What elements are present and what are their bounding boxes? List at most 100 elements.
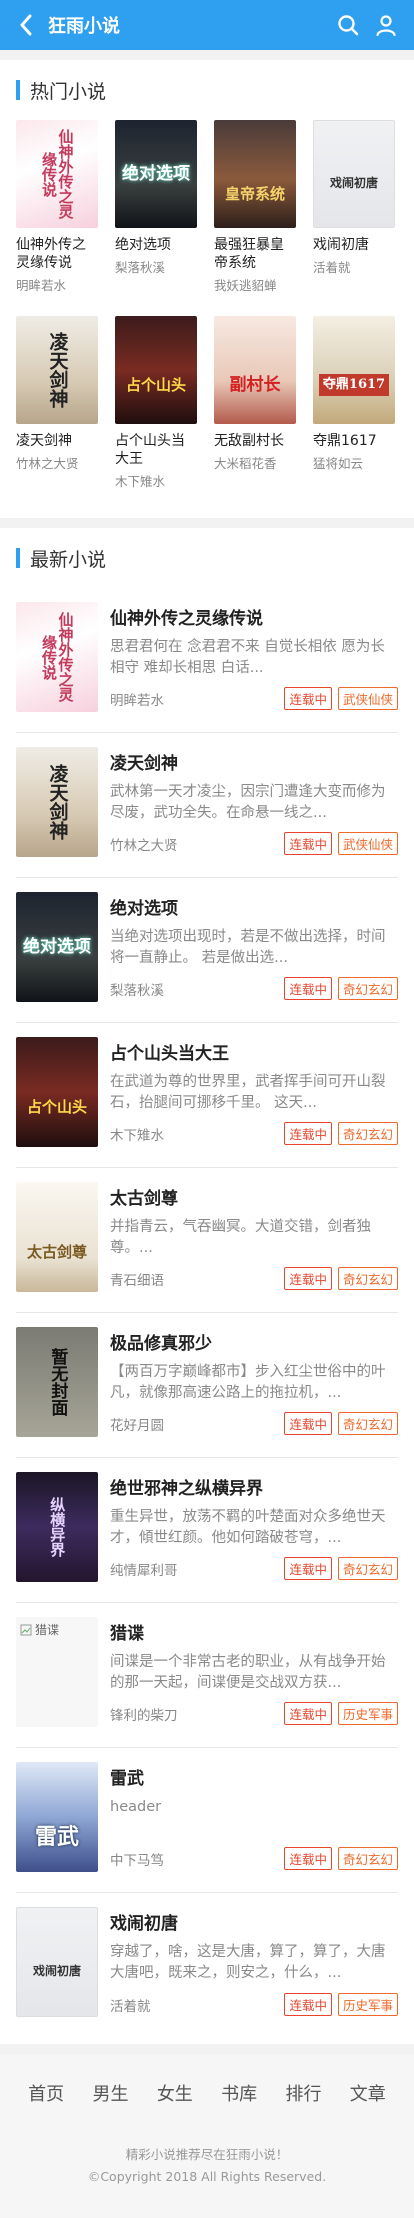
book-title[interactable]: 仙神外传之灵缘传说	[110, 604, 398, 629]
genre-badge[interactable]: 奇幻玄幻	[337, 1122, 398, 1145]
book-author: 木下雉水	[110, 1127, 164, 1144]
genre-badge[interactable]: 奇幻玄幻	[337, 1267, 398, 1290]
book-title[interactable]: 最强狂暴皇帝系统	[214, 236, 296, 272]
book-title[interactable]: 仙神外传之灵缘传说	[16, 236, 98, 272]
search-icon[interactable]	[332, 9, 364, 41]
status-badge: 连载中	[284, 832, 332, 855]
book-meta: 花好月圆 连载中 奇幻玄幻	[110, 1412, 398, 1435]
book-meta: 活着就 连载中 历史军事	[110, 1993, 398, 2016]
status-badge: 连载中	[284, 1702, 332, 1725]
hot-book-item[interactable]: 占个山头 占个山头当大王 木下雉水	[115, 316, 197, 490]
list-item[interactable]: 绝对选项 绝对选项 当绝对选项出现时，若是不做出选择，时间将一直静止。 若是做出…	[16, 878, 398, 1023]
book-cover[interactable]: 戏闹初唐	[16, 1907, 98, 2017]
status-badge: 连载中	[284, 1412, 332, 1435]
genre-badge[interactable]: 奇幻玄幻	[337, 1557, 398, 1580]
genre-badge[interactable]: 武侠仙侠	[337, 832, 398, 855]
book-info: 占个山头当大王 在武道为尊的世界里，武者挥手间可开山裂石，抬腿间可挪移千里。 这…	[110, 1037, 398, 1151]
hot-book-item[interactable]: 绝对选项 绝对选项 梨落秋溪	[115, 120, 197, 294]
book-cover[interactable]: 仙神外传之灵缘传说	[16, 120, 98, 228]
book-cover[interactable]: 太古剑尊	[16, 1182, 98, 1292]
book-author: 明眸若水	[110, 692, 164, 709]
cover-title: 暂无封面	[47, 1348, 68, 1416]
list-item[interactable]: 纵横异界 绝世邪神之纵横异界 重生异世，放荡不羁的叶楚面对众多绝世天才，傾世红颜…	[16, 1458, 398, 1603]
latest-section: 最新小说 仙神外传之灵缘传说 仙神外传之灵缘传说 思君君何在 念君君不来 自觉长…	[0, 528, 414, 2044]
genre-badge[interactable]: 历史军事	[337, 1702, 398, 1725]
book-cover[interactable]: 占个山头	[16, 1037, 98, 1147]
hot-book-item[interactable]: 皇帝系统 最强狂暴皇帝系统 我妖逃貂蝉	[214, 120, 296, 294]
cover-title: 戏闹初唐	[329, 176, 378, 191]
list-item[interactable]: 占个山头 占个山头当大王 在武道为尊的世界里，武者挥手间可开山裂石，抬腿间可挪移…	[16, 1023, 398, 1168]
hot-book-item[interactable]: 戏闹初唐 戏闹初唐 活着就	[313, 120, 395, 294]
list-item[interactable]: 雷武 雷武 header 中下马笃 连载中 奇幻玄幻	[16, 1748, 398, 1893]
book-title[interactable]: 凌天剑神	[110, 749, 398, 774]
book-title[interactable]: 猎谍	[110, 1619, 398, 1644]
book-title[interactable]: 绝世邪神之纵横异界	[110, 1474, 398, 1499]
book-cover[interactable]: 纵横异界	[16, 1472, 98, 1582]
book-cover[interactable]: 副村长	[214, 316, 296, 424]
book-cover[interactable]: 暂无封面	[16, 1327, 98, 1437]
book-title[interactable]: 太古剑尊	[110, 1184, 398, 1209]
book-cover[interactable]: 绝对选项	[16, 892, 98, 1002]
book-cover[interactable]: 绝对选项	[115, 120, 197, 228]
book-title[interactable]: 极品修真邪少	[110, 1329, 398, 1354]
book-description: 重生异世，放荡不羁的叶楚面对众多绝世天才，傾世红颜。他如何踏破苍穹，...	[110, 1509, 386, 1546]
book-cover[interactable]: 夺鼎1617	[313, 316, 395, 424]
book-description: 间谍是一个非常古老的职业，从有战争开始的那一天起，间谍便是交战双方获...	[110, 1654, 386, 1691]
book-cover[interactable]: 雷武	[16, 1762, 98, 1872]
hot-book-item[interactable]: 夺鼎1617 夺鼎1617 猛将如云	[313, 316, 395, 490]
top-bar: 狂雨小说	[0, 0, 414, 50]
book-title[interactable]: 占个山头当大王	[110, 1039, 398, 1064]
nav-library[interactable]: 书库	[221, 2080, 257, 2106]
book-description: 武林第一天才凌尘，因宗门遭逢大变而修为尽废，武功全失。在命悬一线之...	[110, 784, 386, 821]
nav-male[interactable]: 男生	[92, 2080, 128, 2106]
book-cover[interactable]: 凌天剑神	[16, 316, 98, 424]
footer: 精彩小说推荐尽在狂雨小说！ ©Copyright 2018 All Rights…	[0, 2132, 414, 2218]
nav-ranking[interactable]: 排行	[285, 2080, 321, 2106]
list-item[interactable]: 暂无封面 极品修真邪少 【两百万字巅峰都市】步入红尘世俗中的叶凡，就像那高速公路…	[16, 1313, 398, 1458]
book-author: 活着就	[313, 260, 351, 275]
book-description: 【两百万字巅峰都市】步入红尘世俗中的叶凡，就像那高速公路上的拖拉机，...	[110, 1364, 386, 1401]
hot-book-item[interactable]: 副村长 无敌副村长 大米稻花香	[214, 316, 296, 490]
nav-articles[interactable]: 文章	[350, 2080, 386, 2106]
book-title[interactable]: 戏闹初唐	[110, 1909, 398, 1934]
book-cover[interactable]: 戏闹初唐	[313, 120, 395, 228]
user-icon[interactable]	[370, 9, 402, 41]
book-title[interactable]: 戏闹初唐	[313, 236, 395, 254]
book-info: 极品修真邪少 【两百万字巅峰都市】步入红尘世俗中的叶凡，就像那高速公路上的拖拉机…	[110, 1327, 398, 1441]
hot-book-item[interactable]: 仙神外传之灵缘传说 仙神外传之灵缘传说 明眸若水	[16, 120, 98, 294]
book-cover[interactable]: 猎谍	[16, 1617, 98, 1727]
book-title[interactable]: 绝对选项	[110, 894, 398, 919]
cover-title: 戏闹初唐	[32, 1964, 81, 1979]
book-title[interactable]: 凌天剑神	[16, 432, 98, 450]
genre-badge[interactable]: 奇幻玄幻	[337, 1847, 398, 1870]
hot-book-item[interactable]: 凌天剑神 凌天剑神 竹林之大贤	[16, 316, 98, 490]
cover-title: 绝对选项	[23, 936, 91, 957]
book-title[interactable]: 无敌副村长	[214, 432, 296, 450]
book-title[interactable]: 雷武	[110, 1764, 398, 1789]
cover-title: 仙神外传之灵缘传说	[40, 129, 75, 219]
nav-home[interactable]: 首页	[28, 2080, 64, 2106]
book-author: 梨落秋溪	[110, 982, 164, 999]
list-item[interactable]: 戏闹初唐 戏闹初唐 穿越了，啥，这是大唐，算了，算了，大唐大唐吧，既来之，则安之…	[16, 1893, 398, 2038]
book-cover[interactable]: 凌天剑神	[16, 747, 98, 857]
book-title[interactable]: 绝对选项	[115, 236, 197, 254]
genre-badge[interactable]: 奇幻玄幻	[337, 1412, 398, 1435]
list-item[interactable]: 太古剑尊 太古剑尊 并指青云，气吞幽冥。大道交错，剑者独尊。... 青石细语 连…	[16, 1168, 398, 1313]
book-cover[interactable]: 占个山头	[115, 316, 197, 424]
cover-title: 皇帝系统	[224, 184, 285, 203]
latest-list: 仙神外传之灵缘传说 仙神外传之灵缘传说 思君君何在 念君君不来 自觉长相依 愿为…	[16, 588, 398, 2044]
genre-badge[interactable]: 历史军事	[337, 1993, 398, 2016]
book-cover[interactable]: 仙神外传之灵缘传说	[16, 602, 98, 712]
genre-badge[interactable]: 奇幻玄幻	[337, 977, 398, 1000]
book-title[interactable]: 夺鼎1617	[313, 432, 395, 450]
book-title[interactable]: 占个山头当大王	[115, 432, 197, 468]
list-item[interactable]: 猎谍 猎谍 间谍是一个非常古老的职业，从有战争开始的那一天起，间谍便是交战双方获…	[16, 1603, 398, 1748]
back-arrow-icon[interactable]	[12, 11, 40, 39]
book-cover[interactable]: 皇帝系统	[214, 120, 296, 228]
status-badge: 连载中	[284, 1122, 332, 1145]
list-item[interactable]: 凌天剑神 凌天剑神 武林第一天才凌尘，因宗门遭逢大变而修为尽废，武功全失。在命悬…	[16, 733, 398, 878]
list-item[interactable]: 仙神外传之灵缘传说 仙神外传之灵缘传说 思君君何在 念君君不来 自觉长相依 愿为…	[16, 588, 398, 733]
genre-badge[interactable]: 武侠仙侠	[337, 687, 398, 710]
nav-female[interactable]: 女生	[157, 2080, 193, 2106]
book-meta: 纯情犀利哥 连载中 奇幻玄幻	[110, 1557, 398, 1580]
